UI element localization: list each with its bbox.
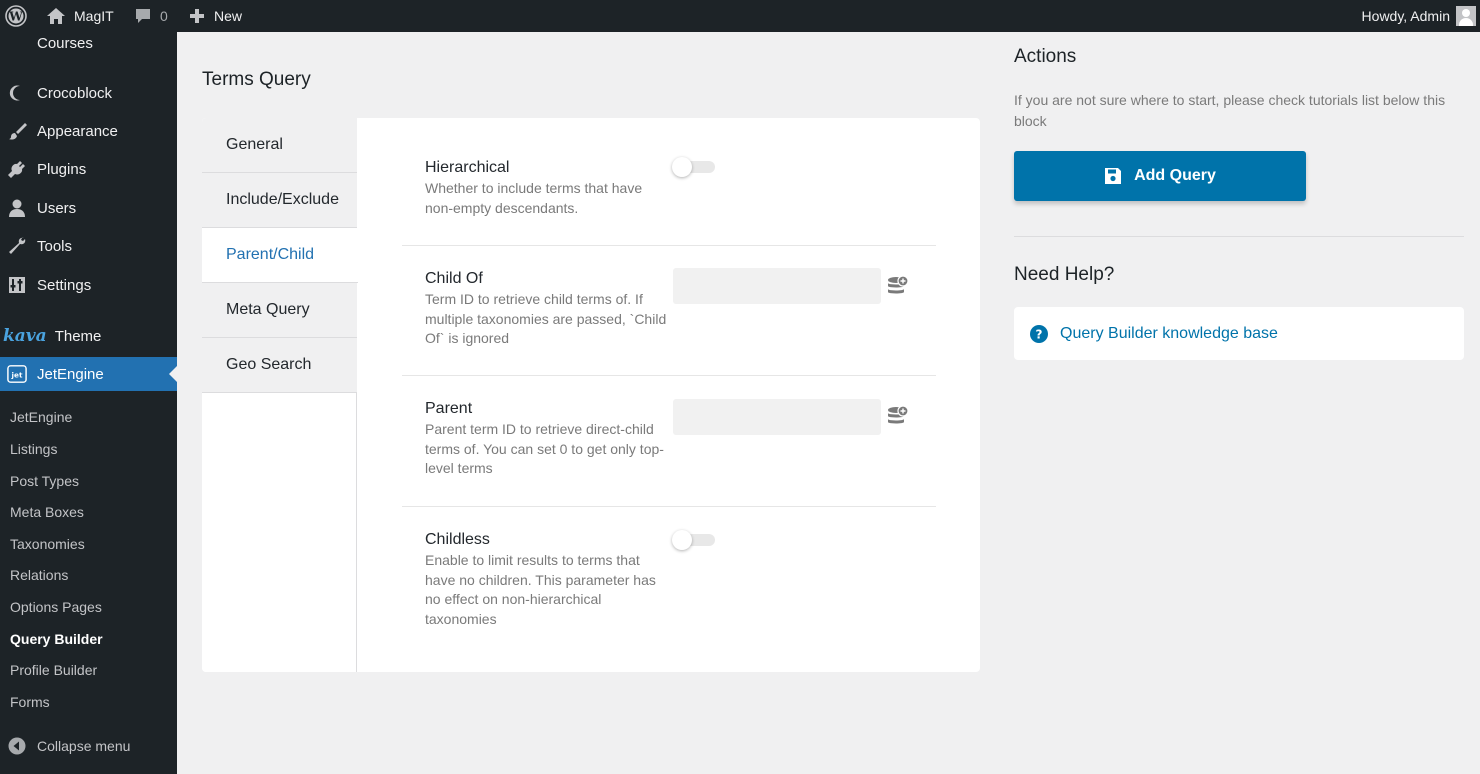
menu-label: Tools: [37, 237, 73, 255]
field-description: Enable to limit results to terms that ha…: [425, 552, 656, 627]
tab-label: Parent/Child: [226, 246, 315, 263]
dynamic-tags-icon[interactable]: [887, 405, 909, 427]
courses-icon: [7, 33, 27, 53]
child-of-input[interactable]: [673, 268, 881, 304]
plugin-icon: [7, 159, 27, 179]
new-label: New: [214, 8, 243, 24]
home-icon: [47, 8, 65, 24]
field-parent: Parent Parent term ID to retrieve direct…: [402, 376, 936, 506]
save-icon: [1105, 168, 1122, 184]
field-label: Child Of: [425, 270, 483, 287]
submenu-item-meta-boxes[interactable]: Meta Boxes: [10, 504, 84, 520]
vertical-tabs: General Include/Exclude Parent/Child Met…: [202, 118, 358, 672]
childless-toggle[interactable]: [672, 530, 715, 550]
field-description: Whether to include terms that have non-e…: [425, 180, 643, 216]
menu-item-appearance[interactable]: Appearance: [0, 114, 177, 148]
menu-item-settings[interactable]: Settings: [0, 268, 177, 302]
submenu-item-options-pages[interactable]: Options Pages: [10, 599, 102, 615]
tab-include-exclude[interactable]: Include/Exclude: [202, 173, 357, 228]
collapse-icon: [7, 736, 27, 756]
menu-item-crocoblock[interactable]: Crocoblock: [0, 76, 177, 110]
query-settings-panel: General Include/Exclude Parent/Child Met…: [202, 118, 980, 672]
dynamic-tags-icon[interactable]: [887, 275, 909, 297]
menu-item-jetengine[interactable]: jet JetEngine: [0, 357, 177, 391]
svg-text:jet: jet: [11, 371, 23, 380]
tab-label: General: [226, 136, 283, 153]
menu-label: JetEngine: [37, 365, 104, 383]
plus-icon: [190, 9, 204, 23]
howdy-text: Howdy, Admin: [1361, 8, 1450, 24]
question-icon: ?: [1030, 324, 1048, 343]
add-query-button[interactable]: Add Query: [1014, 151, 1306, 201]
menu-label: Crocoblock: [37, 84, 113, 102]
add-query-label: Add Query: [1134, 167, 1216, 184]
user-icon: [7, 198, 27, 218]
submenu-item-taxonomies[interactable]: Taxonomies: [10, 536, 85, 552]
submenu-item-jetengine[interactable]: JetEngine: [10, 409, 72, 425]
menu-item-theme[interactable]: kava Theme: [0, 319, 177, 353]
wrench-icon: [7, 236, 27, 256]
tab-meta-query[interactable]: Meta Query: [202, 283, 357, 338]
submenu-item-profile-builder[interactable]: Profile Builder: [10, 662, 97, 678]
tab-geo-search[interactable]: Geo Search: [202, 338, 357, 393]
menu-item-plugins[interactable]: Plugins: [0, 152, 177, 186]
svg-text:W: W: [8, 10, 23, 24]
my-account-link[interactable]: Howdy, Admin: [1362, 0, 1476, 32]
field-childless: Childless Enable to limit results to ter…: [402, 507, 936, 667]
collapse-menu-button[interactable]: Collapse menu: [0, 729, 177, 763]
tab-parent-child[interactable]: Parent/Child: [202, 228, 358, 283]
actions-title: Actions: [1014, 46, 1077, 67]
menu-label: Courses: [37, 34, 93, 52]
help-card: ? Query Builder knowledge base: [1014, 307, 1464, 360]
field-description: Term ID to retrieve child terms of. If m…: [425, 291, 667, 346]
actions-description: If you are not sure where to start, plea…: [1014, 92, 1446, 129]
toggle-knob: [672, 530, 692, 550]
field-child-of: Child Of Term ID to retrieve child terms…: [402, 246, 936, 375]
svg-text:?: ?: [1036, 327, 1043, 341]
submenu-item-listings[interactable]: Listings: [10, 441, 57, 457]
paintbrush-icon: [7, 121, 27, 141]
divider: [1014, 236, 1464, 237]
comments-count: 0: [160, 8, 168, 24]
jetengine-icon: jet: [7, 364, 27, 384]
tab-label: Meta Query: [226, 301, 310, 318]
avatar: [1456, 6, 1476, 26]
menu-item-tools[interactable]: Tools: [0, 229, 177, 263]
tab-label: Include/Exclude: [226, 191, 339, 208]
menu-item-users[interactable]: Users: [0, 191, 177, 225]
admin-bar: W MagIT 0 New Howdy, Admin: [0, 0, 1480, 32]
menu-label: Users: [37, 199, 77, 217]
hierarchical-toggle[interactable]: [672, 157, 715, 177]
settings-icon: [7, 275, 27, 295]
field-label: Hierarchical: [425, 159, 510, 176]
field-hierarchical: Hierarchical Whether to include terms th…: [402, 118, 936, 245]
parent-input[interactable]: [673, 399, 881, 435]
submenu-item-relations[interactable]: Relations: [10, 567, 68, 583]
tab-label: Geo Search: [226, 356, 312, 373]
page-title: Terms Query: [202, 69, 311, 90]
menu-item-courses[interactable]: Courses: [0, 26, 177, 60]
menu-label: Appearance: [37, 122, 118, 140]
submenu-item-forms[interactable]: Forms: [10, 694, 50, 710]
kava-logo: kava: [3, 326, 47, 346]
comment-icon: [136, 9, 150, 23]
site-name: MagIT: [74, 8, 114, 24]
help-title: Need Help?: [1014, 264, 1115, 285]
tab-general[interactable]: General: [202, 118, 357, 173]
submenu-item-post-types[interactable]: Post Types: [10, 473, 79, 489]
crocoblock-icon: [7, 83, 27, 103]
knowledge-base-link[interactable]: Query Builder knowledge base: [1060, 325, 1278, 343]
menu-label: Plugins: [37, 160, 87, 178]
field-label: Childless: [425, 531, 490, 548]
field-label: Parent: [425, 400, 473, 417]
toggle-knob: [672, 157, 692, 177]
menu-label: Theme: [54, 327, 102, 345]
menu-label: Settings: [37, 276, 92, 294]
collapse-label: Collapse menu: [37, 738, 131, 754]
admin-sidebar: Courses Crocoblock Appearance Plugins Us…: [0, 32, 177, 774]
new-content-link[interactable]: New: [189, 0, 242, 32]
field-description: Parent term ID to retrieve direct-child …: [425, 421, 664, 476]
submenu-item-query-builder[interactable]: Query Builder: [10, 631, 103, 647]
